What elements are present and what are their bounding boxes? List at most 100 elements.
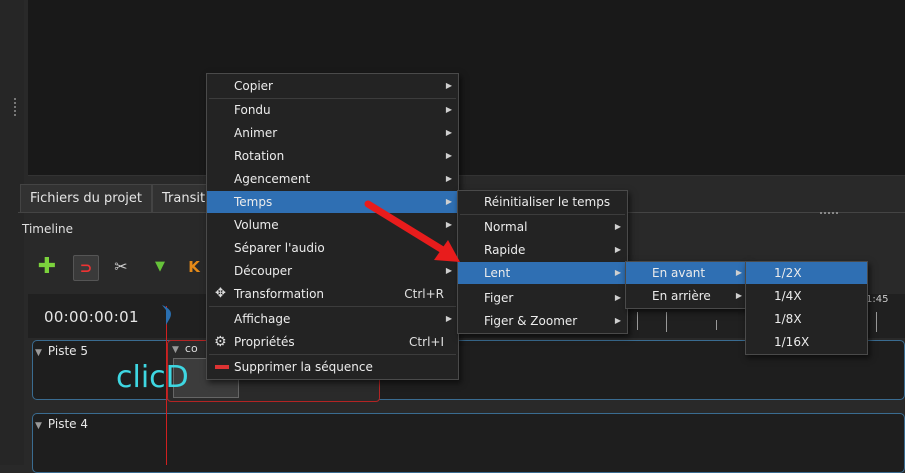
submenu-arrow-icon: ▶	[614, 268, 621, 277]
track-header[interactable]: ▼ Piste 4	[35, 415, 165, 433]
submenu-arrow-icon: ▶	[614, 245, 621, 254]
timecode-display: 00:00:00:01	[44, 308, 139, 326]
menu-item-supprimer-sequence[interactable]: Supprimer la séquence	[207, 356, 458, 378]
menu-item-normal[interactable]: Normal ▶	[458, 216, 627, 238]
menu-item-label: Découper	[234, 264, 293, 278]
menu-item-en-arriere[interactable]: En arrière ▶	[626, 285, 748, 307]
add-marker-icon[interactable]: ▼	[148, 255, 172, 279]
menu-item-transformation[interactable]: ✥ Transformation Ctrl+R	[207, 283, 458, 305]
submenu-arrow-icon: ▶	[445, 81, 452, 90]
left-dock-strip	[0, 0, 24, 465]
ruler-tick	[876, 312, 877, 332]
menu-shortcut: Ctrl+R	[404, 287, 444, 301]
menu-item-copier[interactable]: Copier ▶	[207, 75, 458, 97]
menu-item-label: Supprimer la séquence	[234, 360, 373, 374]
en-avant-submenu: 1/2X 1/4X 1/8X 1/16X	[745, 261, 868, 355]
menu-item-label: 1/16X	[774, 335, 810, 349]
menu-item-label: Temps	[234, 195, 273, 209]
menu-separator	[209, 354, 456, 355]
ruler-tick	[666, 312, 667, 332]
clip-title: ▼ co	[172, 342, 198, 355]
clip-title-text: co	[184, 342, 198, 355]
menu-item-label: Figer	[484, 291, 514, 305]
lent-submenu: En avant ▶ En arrière ▶	[625, 261, 749, 309]
menu-item-proprietes[interactable]: ⚙ Propriétés Ctrl+I	[207, 331, 458, 353]
submenu-arrow-icon: ▶	[614, 222, 621, 231]
menu-item-figer[interactable]: Figer ▶	[458, 287, 627, 309]
clip-chevron-icon[interactable]: ▼	[172, 345, 179, 355]
menu-item-label: Affichage	[234, 312, 291, 326]
menu-item-figer-zoomer[interactable]: Figer & Zoomer ▶	[458, 310, 627, 332]
menu-item-reinitialiser-temps[interactable]: Réinitialiser le temps	[458, 191, 627, 213]
menu-item-label: Volume	[234, 218, 279, 232]
menu-item-en-avant[interactable]: En avant ▶	[626, 262, 748, 284]
track-name: Piste 5	[47, 344, 89, 358]
submenu-arrow-icon: ▶	[445, 314, 452, 323]
collapse-chevron-icon[interactable]: ▼	[35, 421, 42, 431]
menu-item-label: Lent	[484, 266, 511, 280]
ruler-tick	[716, 320, 717, 330]
menu-item-label: Rapide	[484, 243, 526, 257]
submenu-arrow-icon: ▶	[735, 268, 742, 277]
menu-item-label: 1/4X	[774, 289, 802, 303]
gear-icon: ⚙	[214, 334, 227, 350]
add-track-icon[interactable]: ✚	[35, 255, 59, 279]
ruler-tick	[637, 312, 638, 330]
menu-item-label: Propriétés	[234, 335, 295, 349]
menu-item-rotation[interactable]: Rotation ▶	[207, 145, 458, 167]
track-name: Piste 4	[47, 417, 89, 431]
razor-scissors-icon[interactable]: ✂	[109, 255, 133, 279]
menu-item-rapide[interactable]: Rapide ▶	[458, 239, 627, 261]
snapping-magnet-icon[interactable]: ⊃	[73, 255, 99, 281]
menu-item-speed-1-2x[interactable]: 1/2X	[746, 262, 867, 284]
menu-item-label: En avant	[652, 266, 706, 280]
playhead-line[interactable]	[166, 306, 167, 465]
submenu-arrow-icon: ▶	[735, 291, 742, 300]
submenu-arrow-icon: ▶	[614, 316, 621, 325]
timeline-title: Timeline	[22, 222, 74, 236]
submenu-arrow-icon: ▶	[445, 105, 452, 114]
menu-item-label: Transformation	[234, 287, 325, 301]
menu-item-label: 1/8X	[774, 312, 802, 326]
menu-item-lent[interactable]: Lent ▶	[458, 262, 627, 284]
menu-item-label: Agencement	[234, 172, 311, 186]
menu-separator	[460, 214, 625, 215]
submenu-arrow-icon: ▶	[614, 293, 621, 302]
menu-item-label: Réinitialiser le temps	[484, 195, 611, 209]
menu-item-speed-1-16x[interactable]: 1/16X	[746, 331, 867, 353]
menu-item-animer[interactable]: Animer ▶	[207, 122, 458, 144]
panel-drag-handle[interactable]	[820, 212, 838, 214]
menu-item-speed-1-4x[interactable]: 1/4X	[746, 285, 867, 307]
menu-item-agencement[interactable]: Agencement ▶	[207, 168, 458, 190]
tab-project-files[interactable]: Fichiers du projet	[20, 184, 152, 213]
dock-resize-grip[interactable]	[14, 98, 16, 116]
temps-submenu: Réinitialiser le temps Normal ▶ Rapide ▶…	[457, 190, 628, 334]
previous-marker-icon[interactable]: K	[182, 255, 206, 279]
annotation-arrow-icon	[364, 200, 460, 262]
track-header[interactable]: ▼ Piste 5	[35, 342, 165, 360]
menu-item-label: Fondu	[234, 103, 271, 117]
delete-icon	[215, 365, 229, 369]
video-preview	[28, 0, 905, 176]
ruler-time-label: 1:45	[866, 294, 889, 305]
menu-item-label: Copier	[234, 79, 273, 93]
menu-item-label: En arrière	[652, 289, 711, 303]
menu-item-speed-1-8x[interactable]: 1/8X	[746, 308, 867, 330]
playhead-handle-icon[interactable]	[160, 304, 174, 326]
menu-shortcut: Ctrl+I	[409, 335, 444, 349]
menu-item-label: Animer	[234, 126, 278, 140]
menu-item-label: Normal	[484, 220, 528, 234]
menu-item-label: Séparer l'audio	[234, 241, 325, 255]
menu-item-fondu[interactable]: Fondu ▶	[207, 99, 458, 121]
menu-item-affichage[interactable]: Affichage ▶	[207, 308, 458, 330]
menu-separator	[209, 306, 456, 307]
menu-item-label: Figer & Zoomer	[484, 314, 578, 328]
menu-item-label: 1/2X	[774, 266, 802, 280]
submenu-arrow-icon: ▶	[445, 151, 452, 160]
move-icon: ✥	[215, 286, 226, 301]
submenu-arrow-icon: ▶	[445, 128, 452, 137]
menu-item-label: Rotation	[234, 149, 285, 163]
submenu-arrow-icon: ▶	[445, 174, 452, 183]
clip-overlay-text: clicD	[116, 360, 189, 395]
collapse-chevron-icon[interactable]: ▼	[35, 348, 42, 358]
